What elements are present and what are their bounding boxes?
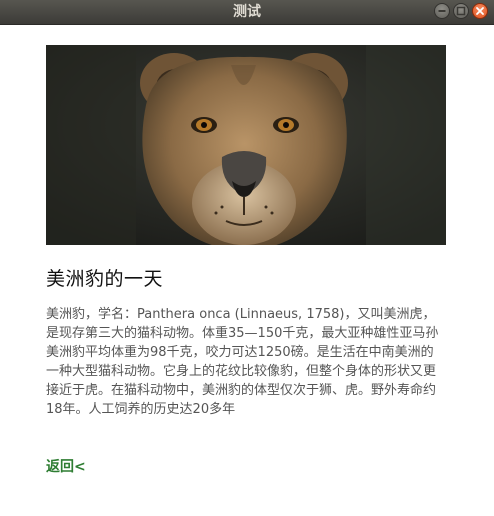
maximize-button[interactable] [453, 3, 469, 19]
article-body: 美洲豹，学名：Panthera onca (Linnaeus, 1758)，又叫… [46, 307, 439, 417]
title-bar[interactable]: 测试 [0, 0, 494, 25]
article-title: 美洲豹的一天 [46, 268, 164, 290]
close-button[interactable] [472, 3, 488, 19]
back-link[interactable]: 返回< [46, 456, 86, 476]
app-window: 测试 美洲豹的一天 美洲豹，学名：Panthera onca (Linnaeus… [0, 0, 494, 516]
minimize-icon [438, 10, 446, 12]
close-icon [476, 7, 484, 15]
minimize-button[interactable] [434, 3, 450, 19]
maximize-icon [456, 6, 466, 16]
lioness-image [46, 45, 446, 245]
window-title: 测试 [233, 4, 261, 20]
